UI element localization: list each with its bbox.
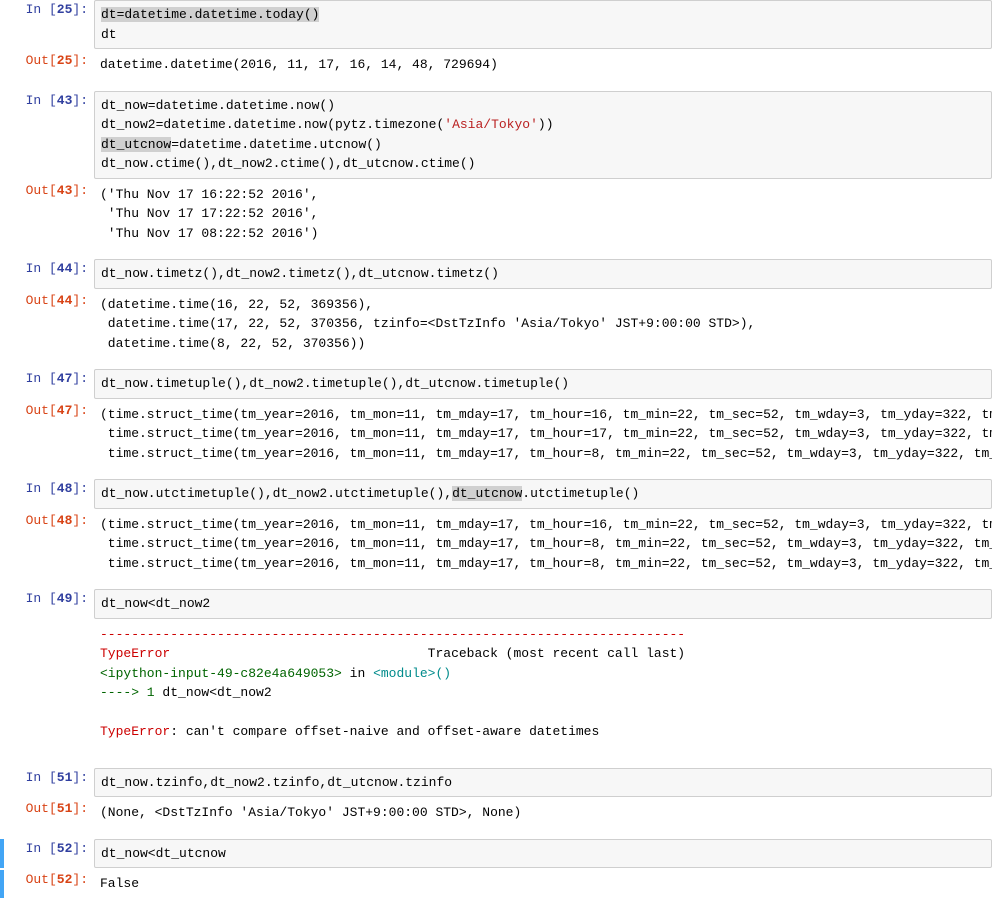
- input-prompt: In [43]:: [0, 91, 94, 111]
- output-prompt: Out[43]:: [0, 181, 94, 201]
- input-prompt: In [44]:: [0, 259, 94, 279]
- code-input[interactable]: dt=datetime.datetime.today() dt: [94, 0, 992, 49]
- input-prompt: In [51]:: [0, 768, 94, 788]
- output-text: datetime.datetime(2016, 11, 17, 16, 14, …: [94, 51, 992, 79]
- code-input[interactable]: dt_now<dt_utcnow: [94, 839, 992, 869]
- code-input[interactable]: dt_now.timetz(),dt_now2.timetz(),dt_utcn…: [94, 259, 992, 289]
- code-input[interactable]: dt_now<dt_now2: [94, 589, 992, 619]
- code-input[interactable]: dt_now.timetuple(),dt_now2.timetuple(),d…: [94, 369, 992, 399]
- input-prompt: In [48]:: [0, 479, 94, 499]
- output-prompt: Out[51]:: [0, 799, 94, 819]
- output-prompt: Out[25]:: [0, 51, 94, 71]
- input-prompt: In [25]:: [0, 0, 94, 20]
- code-input[interactable]: dt_now=datetime.datetime.now() dt_now2=d…: [94, 91, 992, 179]
- output-text: (time.struct_time(tm_year=2016, tm_mon=1…: [94, 401, 992, 468]
- input-prompt: In [47]:: [0, 369, 94, 389]
- notebook-container: In [25]:dt=datetime.datetime.today() dtO…: [0, 0, 992, 898]
- output-text: ('Thu Nov 17 16:22:52 2016', 'Thu Nov 17…: [94, 181, 992, 248]
- output-text: (datetime.time(16, 22, 52, 369356), date…: [94, 291, 992, 358]
- output-prompt: Out[44]:: [0, 291, 94, 311]
- output-text: (time.struct_time(tm_year=2016, tm_mon=1…: [94, 511, 992, 578]
- code-input[interactable]: dt_now.tzinfo,dt_now2.tzinfo,dt_utcnow.t…: [94, 768, 992, 798]
- input-prompt: In [49]:: [0, 589, 94, 609]
- output-text: False: [94, 870, 992, 898]
- input-prompt: In [52]:: [8, 839, 94, 859]
- output-text: (None, <DstTzInfo 'Asia/Tokyo' JST+9:00:…: [94, 799, 992, 827]
- output-prompt: Out[47]:: [0, 401, 94, 421]
- output-traceback: ----------------------------------------…: [94, 621, 992, 746]
- code-input[interactable]: dt_now.utctimetuple(),dt_now2.utctimetup…: [94, 479, 992, 509]
- output-prompt: Out[52]:: [8, 870, 94, 890]
- output-prompt: Out[48]:: [0, 511, 94, 531]
